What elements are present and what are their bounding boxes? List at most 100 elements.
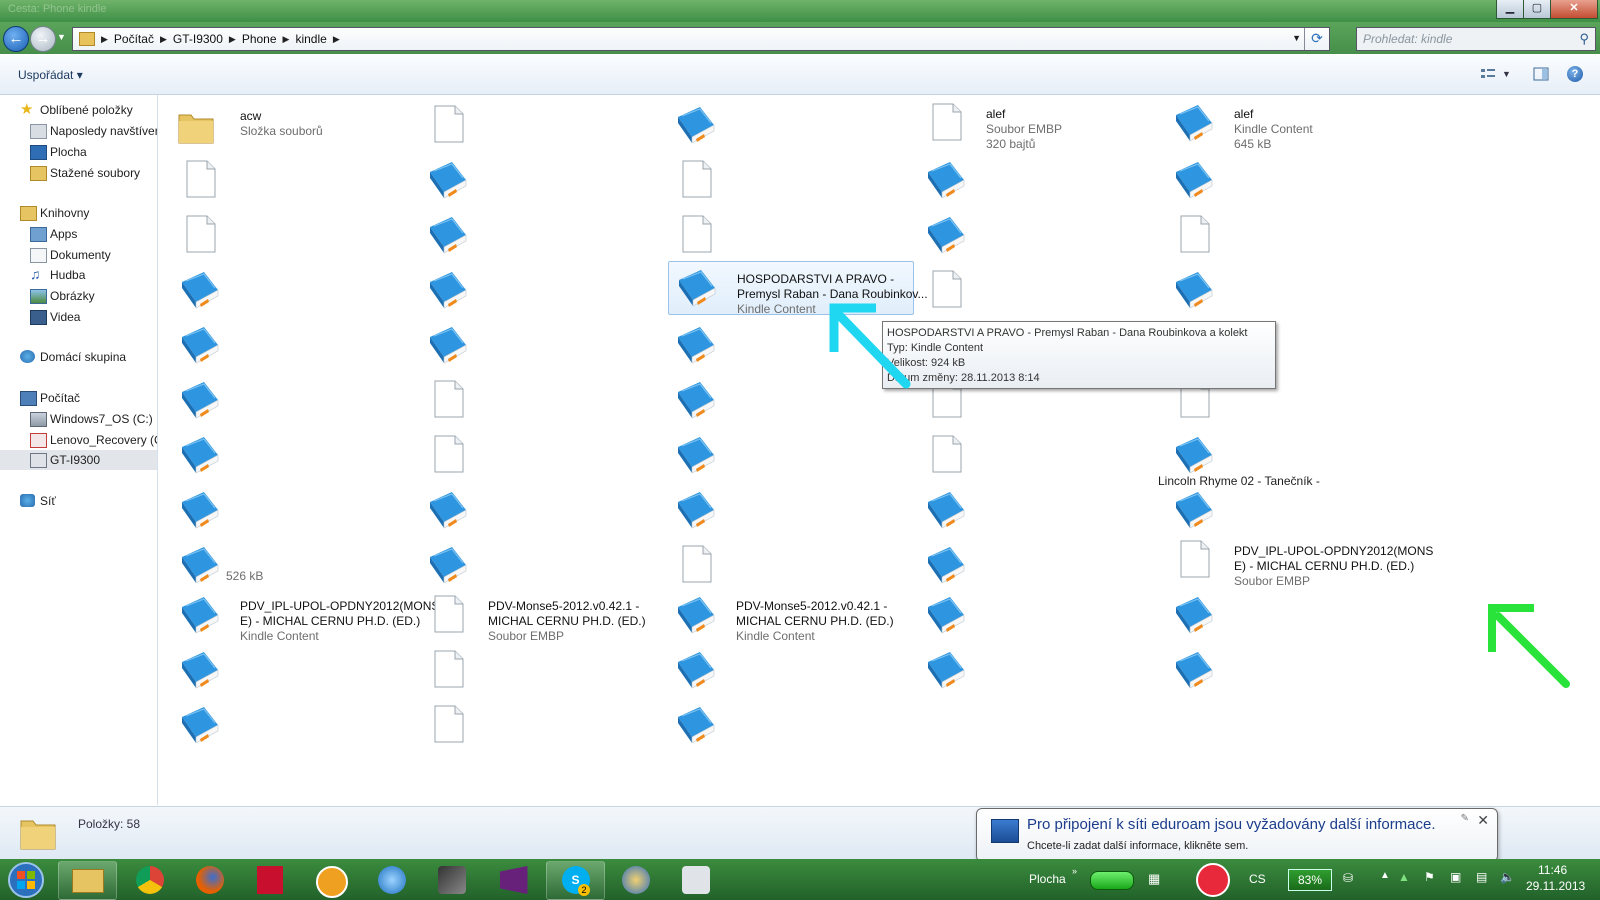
breadcrumb-separator-icon[interactable]: ▶ bbox=[283, 34, 290, 45]
sidebar-item-phone[interactable]: GT-I9300 bbox=[0, 450, 157, 470]
sidebar-homegroup[interactable]: Domácí skupina bbox=[0, 347, 157, 367]
tray-app-icon[interactable]: ▲ bbox=[1398, 870, 1410, 884]
sidebar-item-windows-drive[interactable]: Windows7_OS (C:) bbox=[0, 409, 157, 429]
embp-file-item[interactable] bbox=[918, 429, 978, 481]
taskbar-app3-button[interactable] bbox=[666, 861, 725, 900]
breadcrumb-separator-icon[interactable]: ▶ bbox=[333, 34, 340, 45]
taskbar-skype-button[interactable]: S2 bbox=[546, 861, 605, 900]
taskbar-app2-button[interactable] bbox=[606, 861, 665, 900]
taskbar-acrobat-button[interactable] bbox=[240, 861, 299, 900]
file-item-monse-embp[interactable]: PDV-Monse5-2012.v0.42.1 - MICHAL CERNU PH… bbox=[420, 589, 660, 643]
embp-file-item[interactable] bbox=[668, 154, 728, 206]
action-center-flag-icon[interactable]: ⚑ bbox=[1424, 870, 1435, 884]
kindle-file-item[interactable] bbox=[668, 699, 728, 751]
kindle-file-item[interactable] bbox=[1166, 644, 1226, 696]
breadcrumb-computer[interactable]: Počítač bbox=[108, 32, 160, 46]
embp-file-item[interactable] bbox=[668, 539, 728, 591]
kindle-file-item[interactable] bbox=[172, 484, 232, 536]
embp-file-item[interactable] bbox=[420, 699, 480, 751]
battery-plug-icon[interactable]: ⛁ bbox=[1343, 871, 1353, 885]
embp-file-item[interactable] bbox=[420, 644, 480, 696]
view-dropdown-icon[interactable]: ▼ bbox=[1502, 69, 1511, 79]
kindle-file-item[interactable] bbox=[172, 319, 232, 371]
volume-icon[interactable]: 🔈 bbox=[1500, 870, 1515, 884]
file-item-monse-kindle[interactable]: PDV-Monse5-2012.v0.42.1 - MICHAL CERNU PH… bbox=[668, 589, 908, 643]
taskbar-app-button[interactable] bbox=[302, 861, 361, 900]
kindle-file-item[interactable] bbox=[172, 699, 232, 751]
embp-file-item[interactable] bbox=[420, 374, 480, 426]
kindle-file-item[interactable] bbox=[1166, 264, 1226, 316]
breadcrumb-device[interactable]: GT-I9300 bbox=[167, 32, 229, 46]
breadcrumb-kindle[interactable]: kindle bbox=[289, 32, 332, 46]
organize-button[interactable]: Uspořádat ▾ bbox=[18, 68, 83, 82]
sidebar-item-music[interactable]: ♫ Hudba bbox=[0, 265, 157, 285]
taskbar-firefox-button[interactable] bbox=[180, 861, 239, 900]
close-button[interactable]: ✕ bbox=[1550, 0, 1598, 19]
sidebar-computer[interactable]: Počítač bbox=[0, 388, 157, 408]
taskbar-chrome-button[interactable] bbox=[120, 861, 179, 900]
kindle-file-item[interactable] bbox=[172, 374, 232, 426]
view-options-icon[interactable] bbox=[1480, 67, 1496, 81]
sidebar-item-recovery-drive[interactable]: Lenovo_Recovery (C bbox=[0, 430, 157, 450]
sidebar-network[interactable]: Síť bbox=[0, 491, 157, 511]
kindle-file-item[interactable] bbox=[668, 319, 728, 371]
search-input[interactable]: Prohledat: kindle ⚲ bbox=[1356, 27, 1596, 51]
antivirus-icon[interactable] bbox=[1196, 863, 1230, 897]
kindle-file-item[interactable] bbox=[172, 429, 232, 481]
breadcrumb-separator-icon[interactable]: ▶ bbox=[160, 34, 167, 45]
balloon-close-icon[interactable]: ✕ bbox=[1477, 812, 1489, 829]
breadcrumb-phone[interactable]: Phone bbox=[236, 32, 283, 46]
taskbar-winamp-button[interactable] bbox=[422, 861, 481, 900]
kindle-file-item[interactable] bbox=[420, 154, 480, 206]
kindle-file-item[interactable] bbox=[172, 264, 232, 316]
embp-file-item[interactable] bbox=[668, 209, 728, 261]
kindle-file-item[interactable] bbox=[668, 484, 728, 536]
sidebar-item-recent[interactable]: Naposledy navštíver bbox=[0, 121, 157, 141]
toolbar-expand-icon[interactable]: » bbox=[1072, 866, 1077, 876]
embp-file-item[interactable] bbox=[1166, 209, 1226, 261]
kindle-file-item[interactable] bbox=[1166, 154, 1226, 206]
language-indicator[interactable]: CS bbox=[1249, 872, 1266, 886]
kindle-file-item[interactable] bbox=[918, 209, 978, 261]
kindle-file-item[interactable] bbox=[172, 644, 232, 696]
kindle-file-item[interactable] bbox=[1166, 484, 1226, 536]
kindle-file-item[interactable] bbox=[668, 99, 728, 151]
breadcrumb-separator-icon[interactable]: ▶ bbox=[229, 34, 236, 45]
file-item-pdv-embp[interactable]: PDV_IPL-UPOL-OPDNY2012(MONS E) - MICHAL C… bbox=[1166, 534, 1433, 588]
battery-indicator[interactable]: 83% bbox=[1288, 869, 1332, 891]
file-item-alef-embp[interactable]: alef Soubor EMBP 320 bajtů bbox=[918, 97, 1158, 151]
green-status-icon[interactable] bbox=[1090, 871, 1134, 890]
address-bar[interactable]: ▶ Počítač ▶ GT-I9300 ▶ Phone ▶ kindle ▶ … bbox=[72, 27, 1330, 51]
forward-button[interactable]: → bbox=[30, 26, 56, 52]
kindle-file-item[interactable] bbox=[668, 429, 728, 481]
taskbar-visualstudio-button[interactable] bbox=[484, 861, 543, 900]
kindle-file-item[interactable] bbox=[918, 644, 978, 696]
refresh-icon[interactable]: ⟳ bbox=[1304, 28, 1329, 50]
back-button[interactable]: ← bbox=[3, 26, 29, 52]
kindle-file-item[interactable] bbox=[420, 484, 480, 536]
network-notification-balloon[interactable]: Pro připojení k síti eduroam jsou vyžado… bbox=[976, 808, 1498, 862]
kindle-file-item[interactable] bbox=[918, 589, 978, 641]
desktop-toolbar-label[interactable]: Plocha bbox=[1029, 872, 1066, 886]
embp-file-item[interactable] bbox=[420, 429, 480, 481]
kindle-file-item[interactable] bbox=[668, 644, 728, 696]
balloon-options-icon[interactable]: ✎ bbox=[1461, 813, 1469, 824]
kindle-file-item[interactable] bbox=[420, 539, 480, 591]
kindle-file-item[interactable] bbox=[1166, 589, 1226, 641]
kindle-file-item[interactable] bbox=[918, 484, 978, 536]
sidebar-item-documents[interactable]: Dokumenty bbox=[0, 245, 157, 265]
network-tray-icon[interactable]: ▤ bbox=[1476, 870, 1487, 884]
preview-pane-icon[interactable] bbox=[1533, 67, 1549, 81]
help-icon[interactable]: ? bbox=[1567, 66, 1583, 82]
minimize-button[interactable]: ▁ bbox=[1496, 0, 1524, 19]
kindle-file-item[interactable] bbox=[420, 209, 480, 261]
sidebar-item-videos[interactable]: Videa bbox=[0, 307, 157, 327]
recent-pages-dropdown-icon[interactable]: ▼ bbox=[57, 32, 66, 42]
file-item-alef-kindle[interactable]: alef Kindle Content 645 kB bbox=[1166, 97, 1406, 151]
network-share-icon[interactable]: ▦ bbox=[1148, 872, 1164, 886]
sidebar-item-desktop[interactable]: Plocha bbox=[0, 142, 157, 162]
clock-date[interactable]: 29.11.2013 bbox=[1526, 879, 1585, 893]
sidebar-item-downloads[interactable]: Stažené soubory bbox=[0, 163, 157, 183]
kindle-file-item[interactable] bbox=[668, 374, 728, 426]
taskbar-itunes-button[interactable] bbox=[362, 861, 421, 900]
